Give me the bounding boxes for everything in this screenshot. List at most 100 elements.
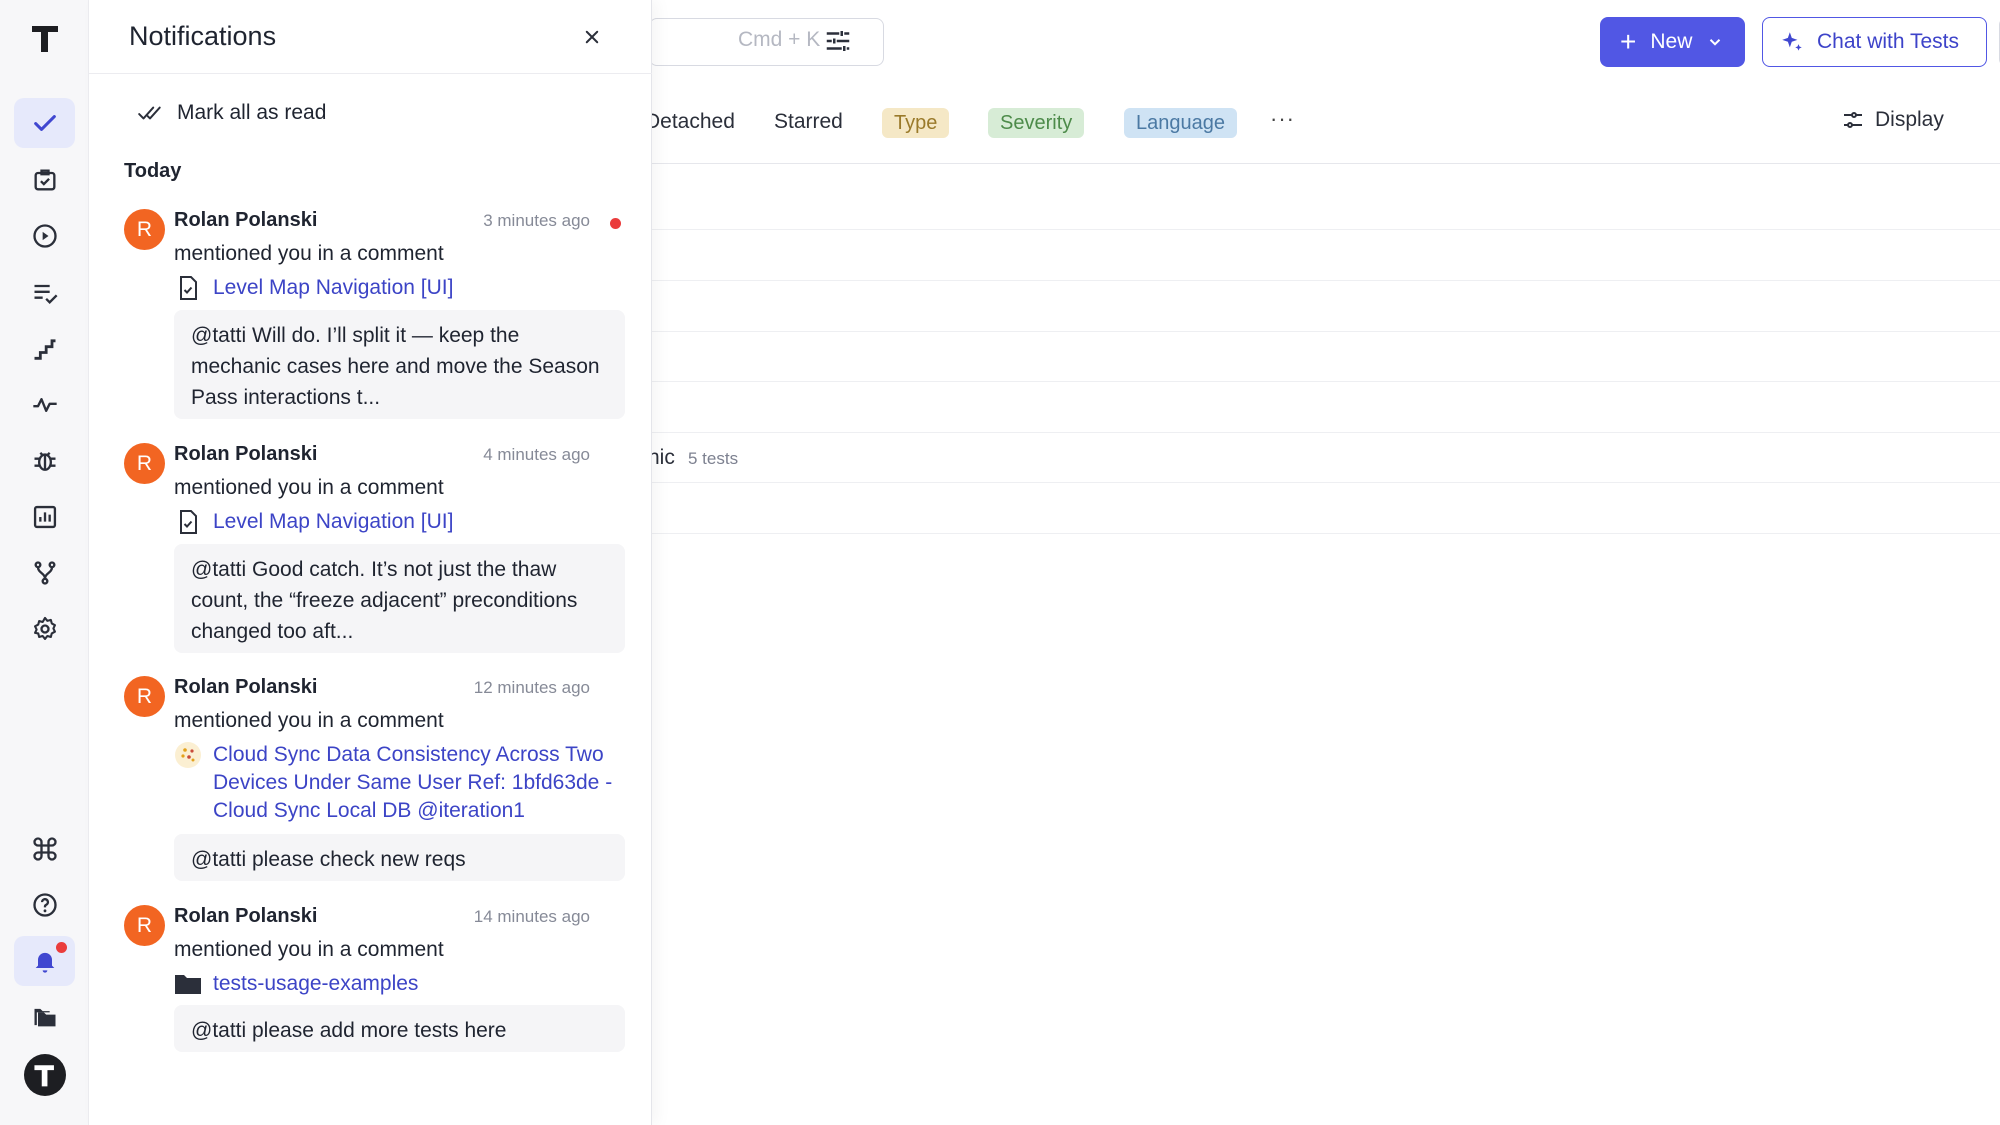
rail-item-tasks[interactable] bbox=[14, 155, 75, 205]
list-check-icon bbox=[34, 284, 57, 304]
sender-name: Rolan Polanski bbox=[174, 676, 318, 698]
notification-item[interactable]: R Rolan Polanski 4 minutes ago mentioned… bbox=[124, 443, 625, 657]
plus-icon: + bbox=[1620, 26, 1637, 57]
rail-item-branches[interactable] bbox=[14, 548, 75, 598]
comment-preview: @tatti Good catch. It’s not just the tha… bbox=[174, 544, 625, 653]
rail-item-pulse[interactable] bbox=[14, 380, 75, 430]
bell-icon bbox=[35, 952, 54, 973]
rail-item-projects[interactable] bbox=[14, 992, 75, 1042]
link-text[interactable]: tests-usage-examples bbox=[213, 970, 633, 998]
rail-item-check[interactable] bbox=[14, 98, 75, 148]
stairs-icon bbox=[34, 339, 55, 360]
notification-action: mentioned you in a comment bbox=[174, 938, 444, 961]
rail-item-defects[interactable] bbox=[14, 436, 75, 486]
check-icon bbox=[33, 115, 56, 131]
rail-item-command[interactable] bbox=[14, 824, 75, 874]
notification-item[interactable]: R Rolan Polanski 3 minutes ago mentioned… bbox=[124, 209, 625, 423]
display-label: Display bbox=[1875, 108, 1944, 131]
bar-chart-icon bbox=[33, 505, 56, 529]
timestamp: 3 minutes ago bbox=[483, 211, 590, 230]
play-circle-icon bbox=[32, 224, 57, 248]
rail-item-steps[interactable] bbox=[14, 324, 75, 374]
filter-sliders-icon[interactable] bbox=[823, 26, 853, 56]
avatar: R bbox=[124, 443, 165, 484]
comment-preview: @tatti please check new reqs bbox=[174, 834, 625, 881]
chip-type[interactable]: Type bbox=[882, 108, 950, 138]
rail-item-plans[interactable] bbox=[14, 268, 75, 318]
display-button[interactable]: Display bbox=[1841, 108, 1944, 132]
row-divider bbox=[641, 482, 2000, 483]
row-divider bbox=[641, 432, 2000, 433]
clipboard-check-icon bbox=[34, 169, 55, 191]
app-logo[interactable] bbox=[22, 18, 68, 58]
rail-item-notifications[interactable] bbox=[14, 936, 75, 986]
sender-name: Rolan Polanski bbox=[174, 443, 318, 465]
notification-action: mentioned you in a comment bbox=[174, 476, 444, 499]
suite-row-title[interactable]: nic bbox=[648, 446, 675, 470]
notifications-panel: Notifications Mark all as read Today R R… bbox=[89, 0, 652, 1125]
tab-detached[interactable]: Detached bbox=[645, 110, 735, 134]
bug-icon bbox=[34, 452, 55, 471]
notification-item[interactable]: R Rolan Polanski 12 minutes ago mentione… bbox=[124, 676, 625, 881]
double-check-icon bbox=[138, 106, 161, 120]
file-check-icon bbox=[174, 274, 202, 302]
close-icon bbox=[585, 30, 599, 44]
notification-link[interactable]: tests-usage-examples bbox=[174, 970, 633, 998]
adjustments-icon bbox=[1844, 112, 1862, 128]
notification-link[interactable]: Cloud Sync Data Consistency Across Two D… bbox=[174, 741, 633, 825]
close-button[interactable] bbox=[578, 23, 606, 51]
sender-name: Rolan Polanski bbox=[174, 905, 318, 927]
avatar: R bbox=[124, 676, 165, 717]
avatar: R bbox=[124, 905, 165, 946]
comment-preview: @tatti Will do. I’ll split it — keep the… bbox=[174, 310, 625, 419]
more-tabs-icon[interactable]: ··· bbox=[1270, 106, 1295, 132]
folders-icon bbox=[34, 1008, 55, 1027]
notification-link[interactable]: Level Map Navigation [UI] bbox=[174, 274, 633, 302]
avatar: R bbox=[124, 209, 165, 250]
notification-action: mentioned you in a comment bbox=[174, 242, 444, 265]
left-rail bbox=[0, 0, 89, 1125]
notification-item[interactable]: R Rolan Polanski 14 minutes ago mentione… bbox=[124, 905, 625, 1055]
unread-indicator bbox=[56, 942, 67, 953]
link-text[interactable]: Level Map Navigation [UI] bbox=[213, 274, 633, 302]
row-divider bbox=[641, 331, 2000, 332]
branch-icon bbox=[34, 561, 55, 585]
tab-starred[interactable]: Starred bbox=[774, 110, 843, 134]
help-circle-icon bbox=[32, 893, 57, 917]
rail-item-settings[interactable] bbox=[14, 604, 75, 654]
row-divider bbox=[641, 533, 2000, 534]
panel-header: Notifications bbox=[89, 0, 652, 74]
link-text[interactable]: Cloud Sync Data Consistency Across Two D… bbox=[213, 741, 633, 825]
link-text[interactable]: Level Map Navigation [UI] bbox=[213, 508, 633, 536]
search-shortcut-hint: Cmd + K bbox=[738, 28, 821, 51]
row-divider bbox=[641, 381, 2000, 382]
sender-name: Rolan Polanski bbox=[174, 209, 318, 231]
sparkle-icon bbox=[1782, 32, 1802, 51]
timestamp: 4 minutes ago bbox=[483, 445, 590, 464]
row-divider bbox=[641, 280, 2000, 281]
comment-preview: @tatti please add more tests here bbox=[174, 1005, 625, 1052]
file-check-icon bbox=[174, 508, 202, 536]
panel-title: Notifications bbox=[129, 21, 277, 51]
rail-item-analytics[interactable] bbox=[14, 492, 75, 542]
row-divider bbox=[641, 229, 2000, 230]
mark-all-label: Mark all as read bbox=[177, 101, 327, 124]
chip-language[interactable]: Language bbox=[1124, 108, 1237, 138]
new-button[interactable]: + New bbox=[1600, 17, 1745, 67]
logo-mark-icon bbox=[34, 1065, 54, 1087]
notification-action: mentioned you in a comment bbox=[174, 709, 444, 732]
rail-item-runs[interactable] bbox=[14, 211, 75, 261]
timestamp: 14 minutes ago bbox=[473, 907, 590, 926]
chip-severity[interactable]: Severity bbox=[988, 108, 1085, 138]
suite-row-count: 5 tests bbox=[688, 449, 739, 468]
new-button-label: New bbox=[1650, 30, 1693, 53]
user-avatar[interactable] bbox=[24, 1054, 66, 1096]
gear-icon bbox=[33, 616, 56, 640]
mark-all-read-button[interactable]: Mark all as read bbox=[137, 100, 326, 126]
command-icon bbox=[32, 837, 57, 861]
rail-item-help[interactable] bbox=[14, 880, 75, 930]
chat-with-tests-button[interactable]: Chat with Tests bbox=[1762, 17, 1987, 67]
notification-link[interactable]: Level Map Navigation [UI] bbox=[174, 508, 633, 536]
timestamp: 12 minutes ago bbox=[473, 678, 590, 697]
pulse-icon bbox=[32, 398, 57, 412]
